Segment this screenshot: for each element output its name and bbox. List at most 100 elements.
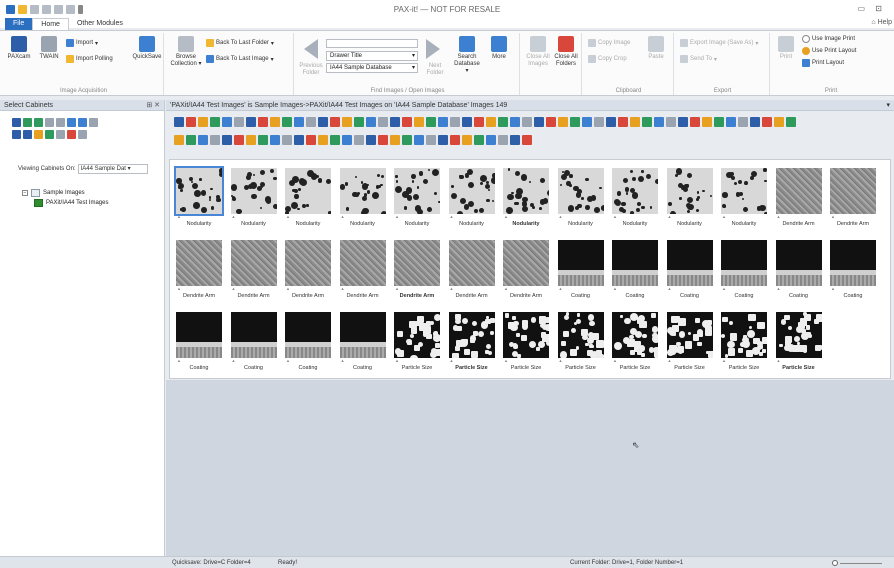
filter-icon[interactable] — [426, 117, 436, 127]
annotate-icon[interactable] — [450, 135, 460, 145]
view-icon[interactable] — [654, 117, 664, 127]
thumbnail-gallery[interactable]: ▲ Nodularity ▲ Nodularity ▲ Nodularity ▲ Nodula… — [169, 159, 891, 379]
image-tool-icon[interactable] — [678, 117, 688, 127]
annotate-icon[interactable] — [546, 117, 556, 127]
copy-image-button[interactable]: Copy Image — [588, 39, 630, 47]
folder-icon[interactable] — [390, 135, 400, 145]
annotate-icon[interactable] — [474, 117, 484, 127]
arrow-up-icon[interactable] — [12, 130, 21, 139]
next-folder-button[interactable]: Next Folder — [420, 63, 450, 77]
thumbnail-item[interactable]: ▲ Particle Size — [447, 310, 497, 372]
folder-icon[interactable] — [270, 117, 280, 127]
remove-icon[interactable] — [78, 118, 87, 127]
print-button[interactable]: Print — [774, 36, 798, 61]
search-database-button[interactable]: Search Database ▾ — [452, 36, 482, 75]
drawer-select[interactable]: Drawer Title ▾ — [326, 51, 418, 61]
folder-icon[interactable] — [558, 117, 568, 127]
measure-icon[interactable] — [738, 117, 748, 127]
add-icon[interactable] — [67, 118, 76, 127]
folder-icon[interactable] — [318, 135, 328, 145]
view-icon[interactable] — [414, 135, 424, 145]
drawer-search-field[interactable] — [326, 39, 418, 48]
use-print-layout-option[interactable]: Use Print Layout — [802, 47, 856, 55]
image-tool-icon[interactable] — [438, 135, 448, 145]
image-tool-icon[interactable] — [318, 117, 328, 127]
quicksave-button[interactable]: QuickSave — [132, 36, 162, 61]
export-image-button[interactable]: Export Image (Save As) ▾ — [680, 39, 758, 47]
annotate-icon[interactable] — [690, 117, 700, 127]
filter-icon[interactable] — [498, 117, 508, 127]
thumbnail-item[interactable]: ▲ Particle Size — [501, 310, 551, 372]
filter-icon[interactable] — [714, 117, 724, 127]
folder-icon[interactable] — [246, 135, 256, 145]
thumbnail-item[interactable]: ▲ Coating — [229, 310, 279, 372]
annotate-icon[interactable] — [522, 135, 532, 145]
folder-icon[interactable] — [702, 117, 712, 127]
view-icon[interactable] — [486, 135, 496, 145]
thumbnail-item[interactable]: ▲ Dendrite Arm — [338, 238, 388, 300]
zoom-track[interactable] — [840, 563, 882, 564]
thumbnail-item[interactable]: ▲ Nodularity — [392, 166, 442, 228]
thumbnail-item[interactable]: ▲ Coating — [665, 238, 715, 300]
folder-icon[interactable] — [462, 135, 472, 145]
window-controls[interactable]: ▭ ⊡ — [858, 4, 886, 13]
copy-icon[interactable] — [45, 118, 54, 127]
thumbnail-item[interactable]: ▲ Dendrite Arm — [283, 238, 333, 300]
tab-other-modules[interactable]: Other Modules — [69, 18, 131, 30]
thumbnail-item[interactable]: ▲ Coating — [338, 310, 388, 372]
measure-icon[interactable] — [426, 135, 436, 145]
filter-icon[interactable] — [786, 117, 796, 127]
thumbnail-item[interactable]: ▲ Nodularity — [283, 166, 333, 228]
folder-icon[interactable] — [414, 117, 424, 127]
folder-icon[interactable] — [342, 117, 352, 127]
close-all-images-button[interactable]: Close All Images — [524, 36, 552, 68]
measure-icon[interactable] — [594, 117, 604, 127]
database-select[interactable]: IA44 Sample Database ▾ — [326, 63, 418, 73]
previous-folder-button[interactable]: Previous Folder — [296, 63, 326, 77]
thumbnail-item[interactable]: ▲ Nodularity — [719, 166, 769, 228]
send-to-button[interactable]: Send To ▾ — [680, 55, 717, 63]
filter-icon[interactable] — [474, 135, 484, 145]
view-icon[interactable] — [726, 117, 736, 127]
thumbnail-item[interactable]: ▲ Coating — [719, 238, 769, 300]
filter-icon[interactable] — [354, 117, 364, 127]
use-image-print-option[interactable]: Use Image Print — [802, 35, 855, 43]
settings-icon[interactable] — [89, 118, 98, 127]
folder-icon[interactable] — [774, 117, 784, 127]
measure-icon[interactable] — [234, 117, 244, 127]
view-icon[interactable] — [198, 135, 208, 145]
zoom-knob[interactable] — [832, 560, 838, 566]
filter-icon[interactable] — [282, 117, 292, 127]
view-icon[interactable] — [342, 135, 352, 145]
filter-icon[interactable] — [258, 135, 268, 145]
help-link[interactable]: ⌂ Help — [871, 19, 892, 26]
thumbnail-item[interactable]: ▲ Coating — [610, 238, 660, 300]
pin-icon[interactable]: ▾ — [886, 100, 890, 111]
measure-icon[interactable] — [450, 117, 460, 127]
twain-button[interactable]: TWAIN — [36, 36, 62, 61]
annotate-icon[interactable] — [618, 117, 628, 127]
thumbnail-item[interactable]: ▲ Dendrite Arm — [774, 166, 824, 228]
edit-icon[interactable] — [67, 130, 76, 139]
measure-icon[interactable] — [666, 117, 676, 127]
sync-icon[interactable] — [34, 118, 43, 127]
more-button[interactable]: More — [486, 36, 512, 61]
image-tool-icon[interactable] — [390, 117, 400, 127]
thumbnail-item[interactable]: ▲ Particle Size — [774, 310, 824, 372]
annotate-icon[interactable] — [402, 117, 412, 127]
annotate-icon[interactable] — [306, 135, 316, 145]
image-tool-icon[interactable] — [534, 117, 544, 127]
save-icon[interactable] — [12, 118, 21, 127]
thumbnail-item[interactable]: ▲ Particle Size — [392, 310, 442, 372]
thumbnail-item[interactable]: ▲ Coating — [828, 238, 878, 300]
annotate-icon[interactable] — [234, 135, 244, 145]
thumbnail-item[interactable]: ▲ Nodularity — [338, 166, 388, 228]
image-tool-icon[interactable] — [750, 117, 760, 127]
back-to-last-folder-button[interactable]: Back To Last Folder ▾ — [206, 39, 274, 47]
thumbnail-item[interactable]: ▲ Dendrite Arm — [392, 238, 442, 300]
view-icon[interactable] — [510, 117, 520, 127]
measure-icon[interactable] — [354, 135, 364, 145]
thumbnail-item[interactable]: ▲ Particle Size — [610, 310, 660, 372]
image-tool-icon[interactable] — [366, 135, 376, 145]
measure-icon[interactable] — [522, 117, 532, 127]
